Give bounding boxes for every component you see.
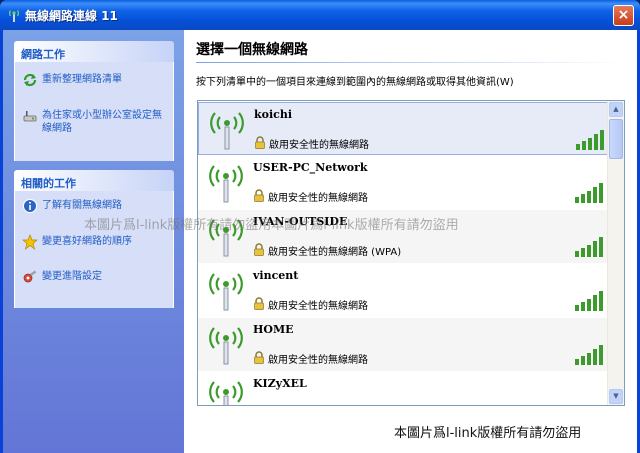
network-item[interactable]: USER-PC_Network 啟用安全性的無線網路 [198, 156, 608, 209]
main-content: 選擇一個無線網路 按下列清單中的一個項目來連線到範圍內的無線網路或取得其他資訊(… [84, 30, 637, 453]
close-button[interactable]: × [613, 5, 634, 26]
setup-wireless-icon [23, 111, 37, 122]
related-tasks-title[interactable]: 相關的工作 [14, 170, 174, 191]
star-icon [22, 234, 38, 250]
network-item[interactable]: vincent 啟用安全性的無線網路 [198, 264, 608, 317]
security-status: 啟用安全性的無線網路 [268, 301, 368, 312]
info-icon [23, 199, 37, 213]
signal-strength-icon [575, 237, 603, 257]
instructions-text: 按下列清單中的一個項目來連線到範圍內的無線網路或取得其他資訊(W) [196, 77, 514, 88]
change-preferred-order-link[interactable]: 變更喜好網路的順序 [15, 234, 173, 252]
security-status: 啟用安全性的無線網路 [269, 140, 369, 151]
refresh-icon [23, 73, 37, 87]
change-preferred-order-label: 變更喜好網路的順序 [42, 236, 132, 247]
signal-strength-icon [575, 345, 603, 365]
signal-strength-icon [576, 130, 604, 150]
lock-icon [255, 136, 265, 149]
network-tasks-panel: 網路工作 重新整理網路清單 為住家或小型辦公室設定無線網路 [14, 41, 174, 161]
task-pane: 網路工作 重新整理網路清單 為住家或小型辦公室設定無線網路 相關的工作 了解有關… [3, 30, 184, 453]
lock-icon [254, 351, 264, 364]
network-item[interactable]: koichi 啟用安全性的無線網路 [198, 102, 608, 155]
wireless-network-icon [9, 10, 19, 22]
title-bar[interactable]: 無線網路連線 11 × [0, 0, 640, 30]
lock-icon [254, 243, 264, 256]
network-name: koichi [254, 108, 293, 121]
network-item[interactable]: KIZyXEL [198, 372, 608, 405]
setup-wireless-network-label: 為住家或小型辦公室設定無線網路 [42, 110, 162, 134]
scroll-thumb[interactable] [609, 119, 623, 159]
list-scrollbar[interactable]: ▲ ▼ [607, 101, 624, 405]
wireless-antenna-icon [210, 112, 244, 150]
learn-about-wireless-label: 了解有關無線網路 [42, 200, 122, 211]
watermark-caption: 本圖片爲l-link版權所有請勿盜用 [394, 426, 582, 441]
change-advanced-settings-label: 變更進階設定 [42, 271, 102, 282]
advanced-settings-icon [23, 270, 37, 283]
signal-strength-icon [575, 291, 603, 311]
wireless-antenna-icon [209, 273, 243, 311]
network-item[interactable]: HOME 啟用安全性的無線網路 [198, 318, 608, 371]
heading-divider [196, 62, 624, 63]
close-icon: × [617, 7, 630, 23]
window-title: 無線網路連線 11 [25, 9, 118, 23]
related-tasks-panel: 相關的工作 了解有關無線網路 變更喜好網路的順序 變更進階設定 [14, 170, 174, 308]
wireless-antenna-icon [209, 165, 243, 203]
network-tasks-title[interactable]: 網路工作 [14, 41, 174, 62]
network-name: USER-PC_Network [253, 161, 368, 174]
watermark-overlay: 本圖片爲l-link版權所有請勿盜用本圖片爲l-link版權所有請勿盜用 [84, 218, 459, 233]
scroll-down-button[interactable]: ▼ [609, 389, 623, 404]
change-advanced-settings-link[interactable]: 變更進階設定 [15, 269, 173, 287]
security-status: 啟用安全性的無線網路 [268, 355, 368, 366]
security-status: 啟用安全性的無線網路 (WPA) [268, 247, 402, 258]
lock-icon [254, 189, 264, 202]
setup-wireless-network-link[interactable]: 為住家或小型辦公室設定無線網路 [15, 108, 173, 138]
network-name: KIZyXEL [253, 377, 307, 390]
page-title: 選擇一個無線網路 [196, 42, 308, 58]
wireless-antenna-icon [209, 381, 243, 405]
refresh-network-list-label: 重新整理網路清單 [42, 74, 122, 85]
scroll-up-button[interactable]: ▲ [609, 102, 623, 117]
signal-strength-icon [575, 183, 603, 203]
wireless-connection-window: 無線網路連線 11 × 網路工作 重新整理網路清單 為住家或小型辦公室設定無線網… [0, 0, 640, 453]
refresh-network-list-link[interactable]: 重新整理網路清單 [15, 72, 173, 90]
window-client-area: 網路工作 重新整理網路清單 為住家或小型辦公室設定無線網路 相關的工作 了解有關… [3, 30, 637, 453]
lock-icon [254, 297, 264, 310]
wireless-antenna-icon [209, 327, 243, 365]
related-tasks-body: 了解有關無線網路 變更喜好網路的順序 變更進階設定 [14, 191, 174, 308]
network-name: HOME [253, 323, 294, 336]
security-status: 啟用安全性的無線網路 [268, 193, 368, 204]
wireless-network-list[interactable]: koichi 啟用安全性的無線網路 USER-PC_Network 啟用安全性的… [197, 100, 625, 406]
network-tasks-body: 重新整理網路清單 為住家或小型辦公室設定無線網路 [14, 62, 174, 161]
network-name: vincent [253, 269, 299, 282]
